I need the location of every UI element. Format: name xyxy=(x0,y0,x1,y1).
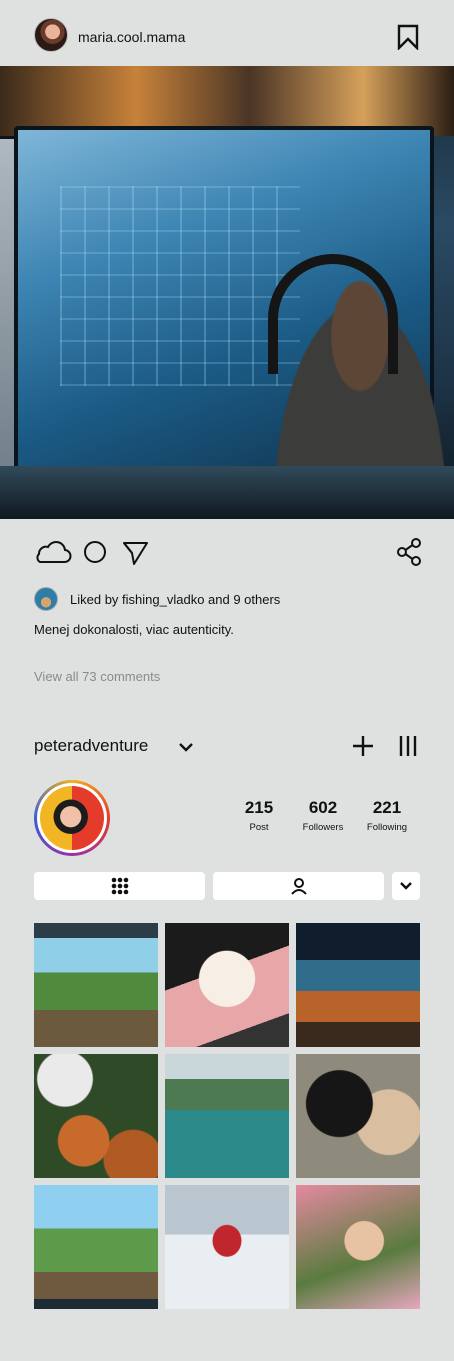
post-caption: Menej dokonalosti, viac autenticity. xyxy=(34,622,234,637)
tab-grid[interactable] xyxy=(34,872,205,900)
chevron-down-icon[interactable] xyxy=(178,740,194,754)
stat-posts[interactable]: 215 Post xyxy=(224,798,294,833)
stat-followers[interactable]: 602 Followers xyxy=(288,798,358,833)
bookmark-icon[interactable] xyxy=(396,24,420,51)
circle-icon[interactable] xyxy=(84,541,106,563)
post-image[interactable] xyxy=(0,66,454,519)
grid-photo[interactable] xyxy=(34,1054,158,1178)
stat-value: 221 xyxy=(372,798,402,817)
grid-photo[interactable] xyxy=(34,1185,158,1309)
tab-more[interactable] xyxy=(392,872,420,900)
profile-username[interactable]: peteradventure xyxy=(34,736,148,756)
stat-value: 215 xyxy=(244,798,274,817)
liker-avatar[interactable] xyxy=(34,587,58,611)
stat-value: 602 xyxy=(308,798,338,817)
likes-text[interactable]: Liked by fishing_vladko and 9 others xyxy=(70,592,280,607)
view-comments-link[interactable]: View all 73 comments xyxy=(34,669,160,684)
grid-photo[interactable] xyxy=(296,1185,420,1309)
post-username[interactable]: maria.cool.mama xyxy=(78,29,185,45)
stat-label: Followers xyxy=(302,822,344,833)
tab-tagged[interactable] xyxy=(213,872,384,900)
grid-photo[interactable] xyxy=(296,1054,420,1178)
plus-icon[interactable] xyxy=(352,735,374,757)
grid-icon xyxy=(111,877,128,895)
grid-photo[interactable] xyxy=(165,1054,289,1178)
grid-photo[interactable] xyxy=(165,923,289,1047)
bars-icon[interactable] xyxy=(399,735,417,757)
person-icon xyxy=(290,878,307,895)
chevron-down-icon xyxy=(400,882,412,890)
post-header xyxy=(0,0,454,66)
grid-photo[interactable] xyxy=(296,923,420,1047)
send-icon[interactable] xyxy=(123,542,148,565)
cloud-icon[interactable] xyxy=(36,541,72,563)
avatar[interactable] xyxy=(34,18,68,52)
post-actions xyxy=(34,538,154,566)
stat-label: Post xyxy=(249,822,269,833)
grid-photo[interactable] xyxy=(34,923,158,1047)
share-icon[interactable] xyxy=(396,538,422,566)
stat-label: Following xyxy=(366,822,408,833)
profile-avatar[interactable] xyxy=(34,780,110,856)
grid-photo[interactable] xyxy=(165,1185,289,1309)
stat-following[interactable]: 221 Following xyxy=(352,798,422,833)
